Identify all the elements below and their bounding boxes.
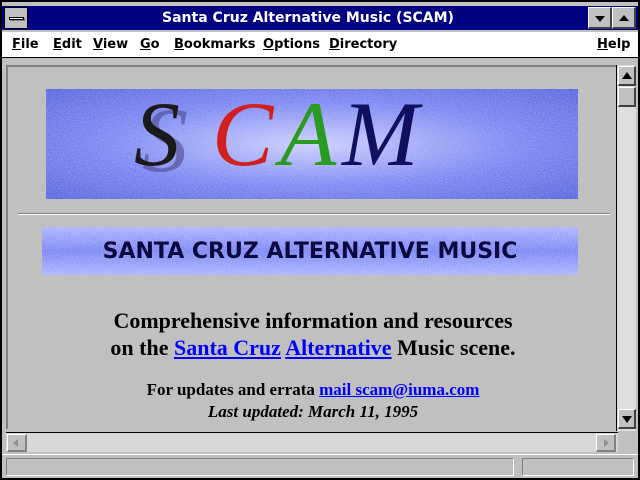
logo-letter-s: S (134, 85, 180, 185)
menu-view[interactable]: View (93, 37, 128, 52)
horizontal-scrollbar[interactable] (6, 432, 618, 452)
arrow-right-icon (604, 439, 609, 447)
scroll-up-button[interactable] (618, 66, 636, 86)
santa-cruz-link[interactable]: Santa Cruz (174, 335, 281, 360)
system-menu-button[interactable] (4, 7, 28, 29)
subtitle-banner-text: SANTA CRUZ ALTERNATIVE MUSIC (103, 239, 518, 264)
scam-logo-banner: S S C A M (46, 85, 578, 199)
alternative-link[interactable]: Alternative (285, 335, 391, 360)
scroll-thumb[interactable] (618, 87, 636, 107)
menu-edit[interactable]: Edit (53, 37, 82, 52)
menu-bar: File Edit View Go Bookmarks Options Dire… (2, 32, 638, 58)
minimize-icon (595, 16, 605, 22)
logo-letter-m: M (340, 85, 423, 185)
arrow-left-icon (13, 439, 18, 447)
menu-file[interactable]: File (12, 37, 39, 52)
system-menu-icon (9, 17, 24, 20)
horizontal-rule (18, 213, 610, 215)
menu-help[interactable]: Help (597, 37, 630, 52)
logo-letter-c: C (212, 85, 275, 185)
vertical-scrollbar[interactable] (616, 65, 636, 431)
progress-indicator (522, 458, 634, 476)
scroll-right-button[interactable] (596, 434, 616, 452)
updates-line: For updates and errata mail scam@iuma.co… (8, 379, 616, 401)
headline-prefix: on the (110, 335, 169, 360)
arrow-up-icon (622, 72, 632, 79)
menu-options[interactable]: Options (263, 37, 320, 52)
arrow-down-icon (622, 416, 632, 423)
window-title: Santa Cruz Alternative Music (SCAM) (162, 10, 454, 26)
minimize-button[interactable] (588, 7, 612, 29)
menu-directory[interactable]: Directory (329, 37, 397, 52)
logo-letter-a: A (274, 85, 337, 185)
last-updated: Last updated: March 11, 1995 (207, 402, 419, 421)
page-headline: Comprehensive information and resources … (8, 307, 616, 361)
maximize-icon (619, 15, 629, 21)
title-bar[interactable]: Santa Cruz Alternative Music (SCAM) (2, 6, 638, 30)
menu-bookmarks[interactable]: Bookmarks (174, 37, 256, 52)
subtitle-banner: SANTA CRUZ ALTERNATIVE MUSIC (42, 227, 578, 275)
headline-line-2: on the Santa Cruz Alternative Music scen… (8, 334, 616, 361)
page-viewport[interactable]: S S C A M SANTA CRUZ ALTERNATIVE MUSIC C… (6, 65, 616, 429)
updates-prefix: For updates and errata (146, 380, 315, 399)
headline-line-1: Comprehensive information and resources (113, 308, 513, 333)
status-text-field (6, 458, 514, 476)
menu-go[interactable]: Go (140, 37, 160, 52)
updates-block: For updates and errata mail scam@iuma.co… (8, 379, 616, 423)
scroll-left-button[interactable] (7, 434, 27, 452)
maximize-button[interactable] (612, 7, 636, 29)
status-bar (2, 454, 638, 478)
scroll-down-button[interactable] (618, 409, 636, 429)
headline-suffix: Music scene. (397, 335, 516, 360)
mail-link[interactable]: mail scam@iuma.com (319, 380, 479, 399)
browser-window: Santa Cruz Alternative Music (SCAM) File… (0, 0, 640, 480)
